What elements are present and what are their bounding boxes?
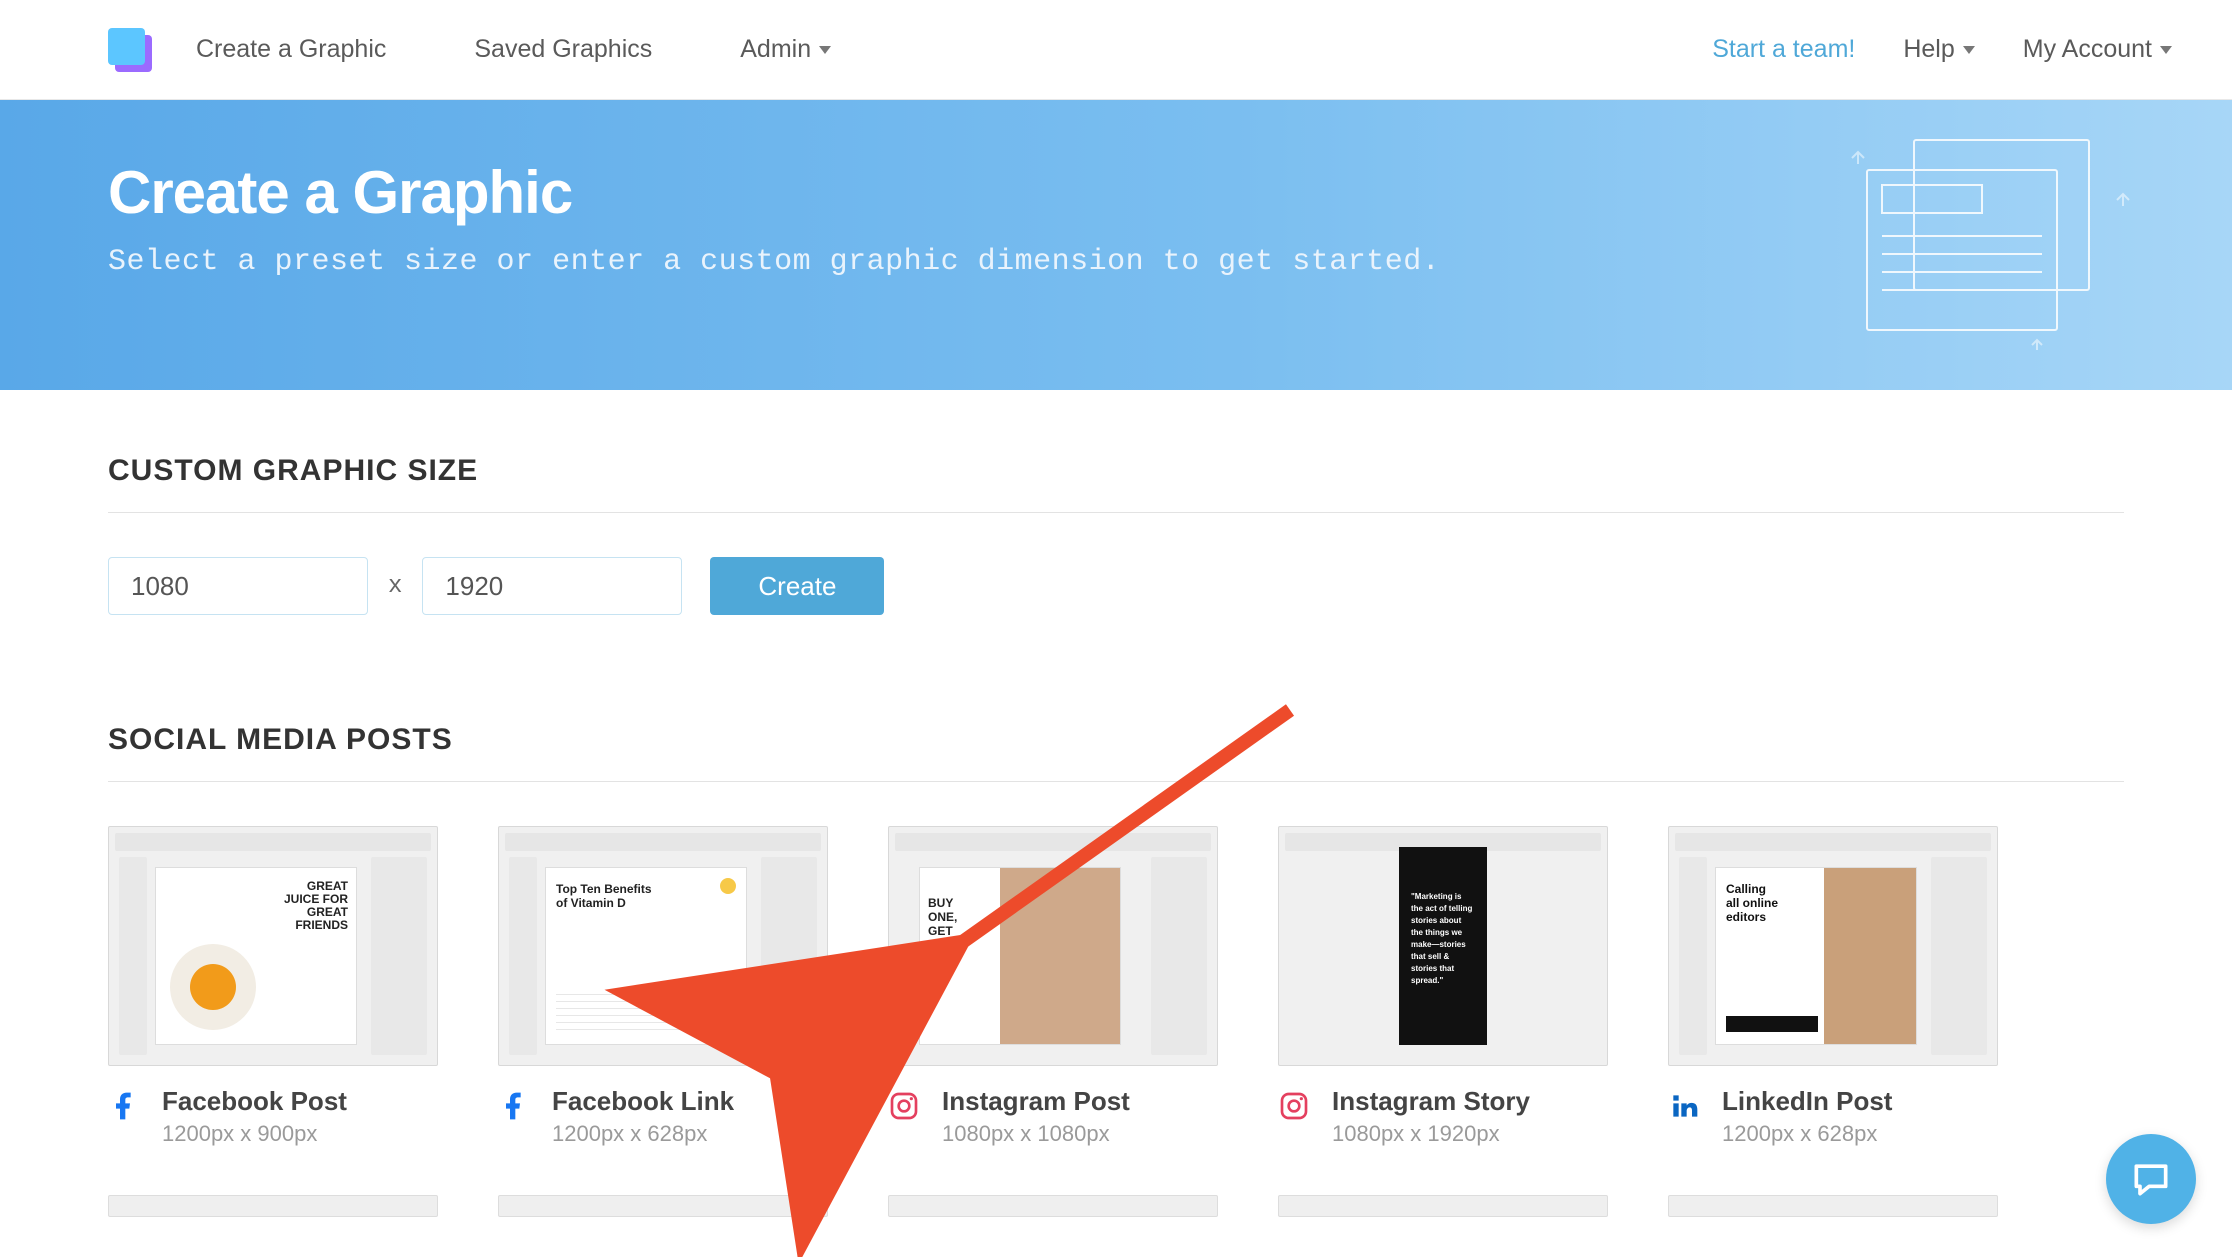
dimension-separator: x	[388, 573, 402, 600]
main-content: CUSTOM GRAPHIC SIZE x Create SOCIAL MEDI…	[0, 390, 2232, 1257]
instagram-icon	[888, 1090, 920, 1122]
chat-icon	[2129, 1157, 2173, 1201]
caret-down-icon	[819, 46, 831, 54]
preset-name: Facebook Link	[552, 1086, 734, 1117]
nav-account-label: My Account	[2023, 35, 2152, 64]
preset-linkedin-post[interactable]: Callingall onlineeditors LinkedIn Post 1…	[1668, 826, 1998, 1147]
preset-name: Facebook Post	[162, 1086, 347, 1117]
nav-help-label: Help	[1903, 35, 1954, 64]
preset-dims: 1200px x 628px	[552, 1121, 734, 1147]
preset-cards: GREATJUICE FORGREATFRIENDS Facebook Post…	[108, 826, 2124, 1147]
nav-saved-graphics[interactable]: Saved Graphics	[474, 35, 652, 64]
preset-thumb: GREATJUICE FORGREATFRIENDS	[108, 826, 438, 1066]
nav-admin[interactable]: Admin	[740, 35, 831, 64]
nav-left: Create a Graphic Saved Graphics Admin	[196, 35, 919, 64]
width-input[interactable]	[108, 557, 368, 615]
nav-create-graphic[interactable]: Create a Graphic	[196, 35, 386, 64]
nav-start-team[interactable]: Start a team!	[1712, 35, 1855, 64]
preset-thumb: Callingall onlineeditors	[1668, 826, 1998, 1066]
preset-thumb: Top Ten Benefitsof Vitamin D	[498, 826, 828, 1066]
hero-illustration	[1822, 130, 2162, 360]
preset-dims: 1080px x 1080px	[942, 1121, 1130, 1147]
preset-instagram-post[interactable]: BUYONE,GETONE50%OFF Instagram Post 1080p…	[888, 826, 1218, 1147]
caret-down-icon	[2160, 46, 2172, 54]
linkedin-icon	[1668, 1090, 1700, 1122]
preset-facebook-post[interactable]: GREATJUICE FORGREATFRIENDS Facebook Post…	[108, 826, 438, 1147]
preset-thumb: BUYONE,GETONE50%OFF	[888, 826, 1218, 1066]
facebook-icon	[108, 1090, 140, 1122]
preset-name: Instagram Post	[942, 1086, 1130, 1117]
app-logo[interactable]	[108, 28, 152, 72]
presets-title: SOCIAL MEDIA POSTS	[108, 723, 2124, 782]
custom-size-row: x Create	[108, 557, 2124, 615]
top-nav: Create a Graphic Saved Graphics Admin St…	[0, 0, 2232, 100]
nav-help[interactable]: Help	[1903, 35, 1974, 64]
preset-thumb: "Marketing is the act of telling stories…	[1278, 826, 1608, 1066]
custom-size-title: CUSTOM GRAPHIC SIZE	[108, 454, 2124, 513]
preset-instagram-story[interactable]: "Marketing is the act of telling stories…	[1278, 826, 1608, 1147]
preset-dims: 1200px x 628px	[1722, 1121, 1892, 1147]
hero-banner: Create a Graphic Select a preset size or…	[0, 100, 2232, 390]
chat-launcher[interactable]	[2106, 1134, 2196, 1224]
nav-right: Start a team! Help My Account	[1664, 35, 2172, 64]
preset-dims: 1080px x 1920px	[1332, 1121, 1530, 1147]
next-row-peek	[108, 1195, 2124, 1217]
create-button[interactable]: Create	[710, 557, 884, 615]
instagram-icon	[1278, 1090, 1310, 1122]
preset-name: Instagram Story	[1332, 1086, 1530, 1117]
nav-admin-label: Admin	[740, 35, 811, 64]
preset-dims: 1200px x 900px	[162, 1121, 347, 1147]
preset-name: LinkedIn Post	[1722, 1086, 1892, 1117]
facebook-icon	[498, 1090, 530, 1122]
caret-down-icon	[1963, 46, 1975, 54]
nav-my-account[interactable]: My Account	[2023, 35, 2172, 64]
height-input[interactable]	[422, 557, 682, 615]
preset-facebook-link[interactable]: Top Ten Benefitsof Vitamin D Facebook Li…	[498, 826, 828, 1147]
